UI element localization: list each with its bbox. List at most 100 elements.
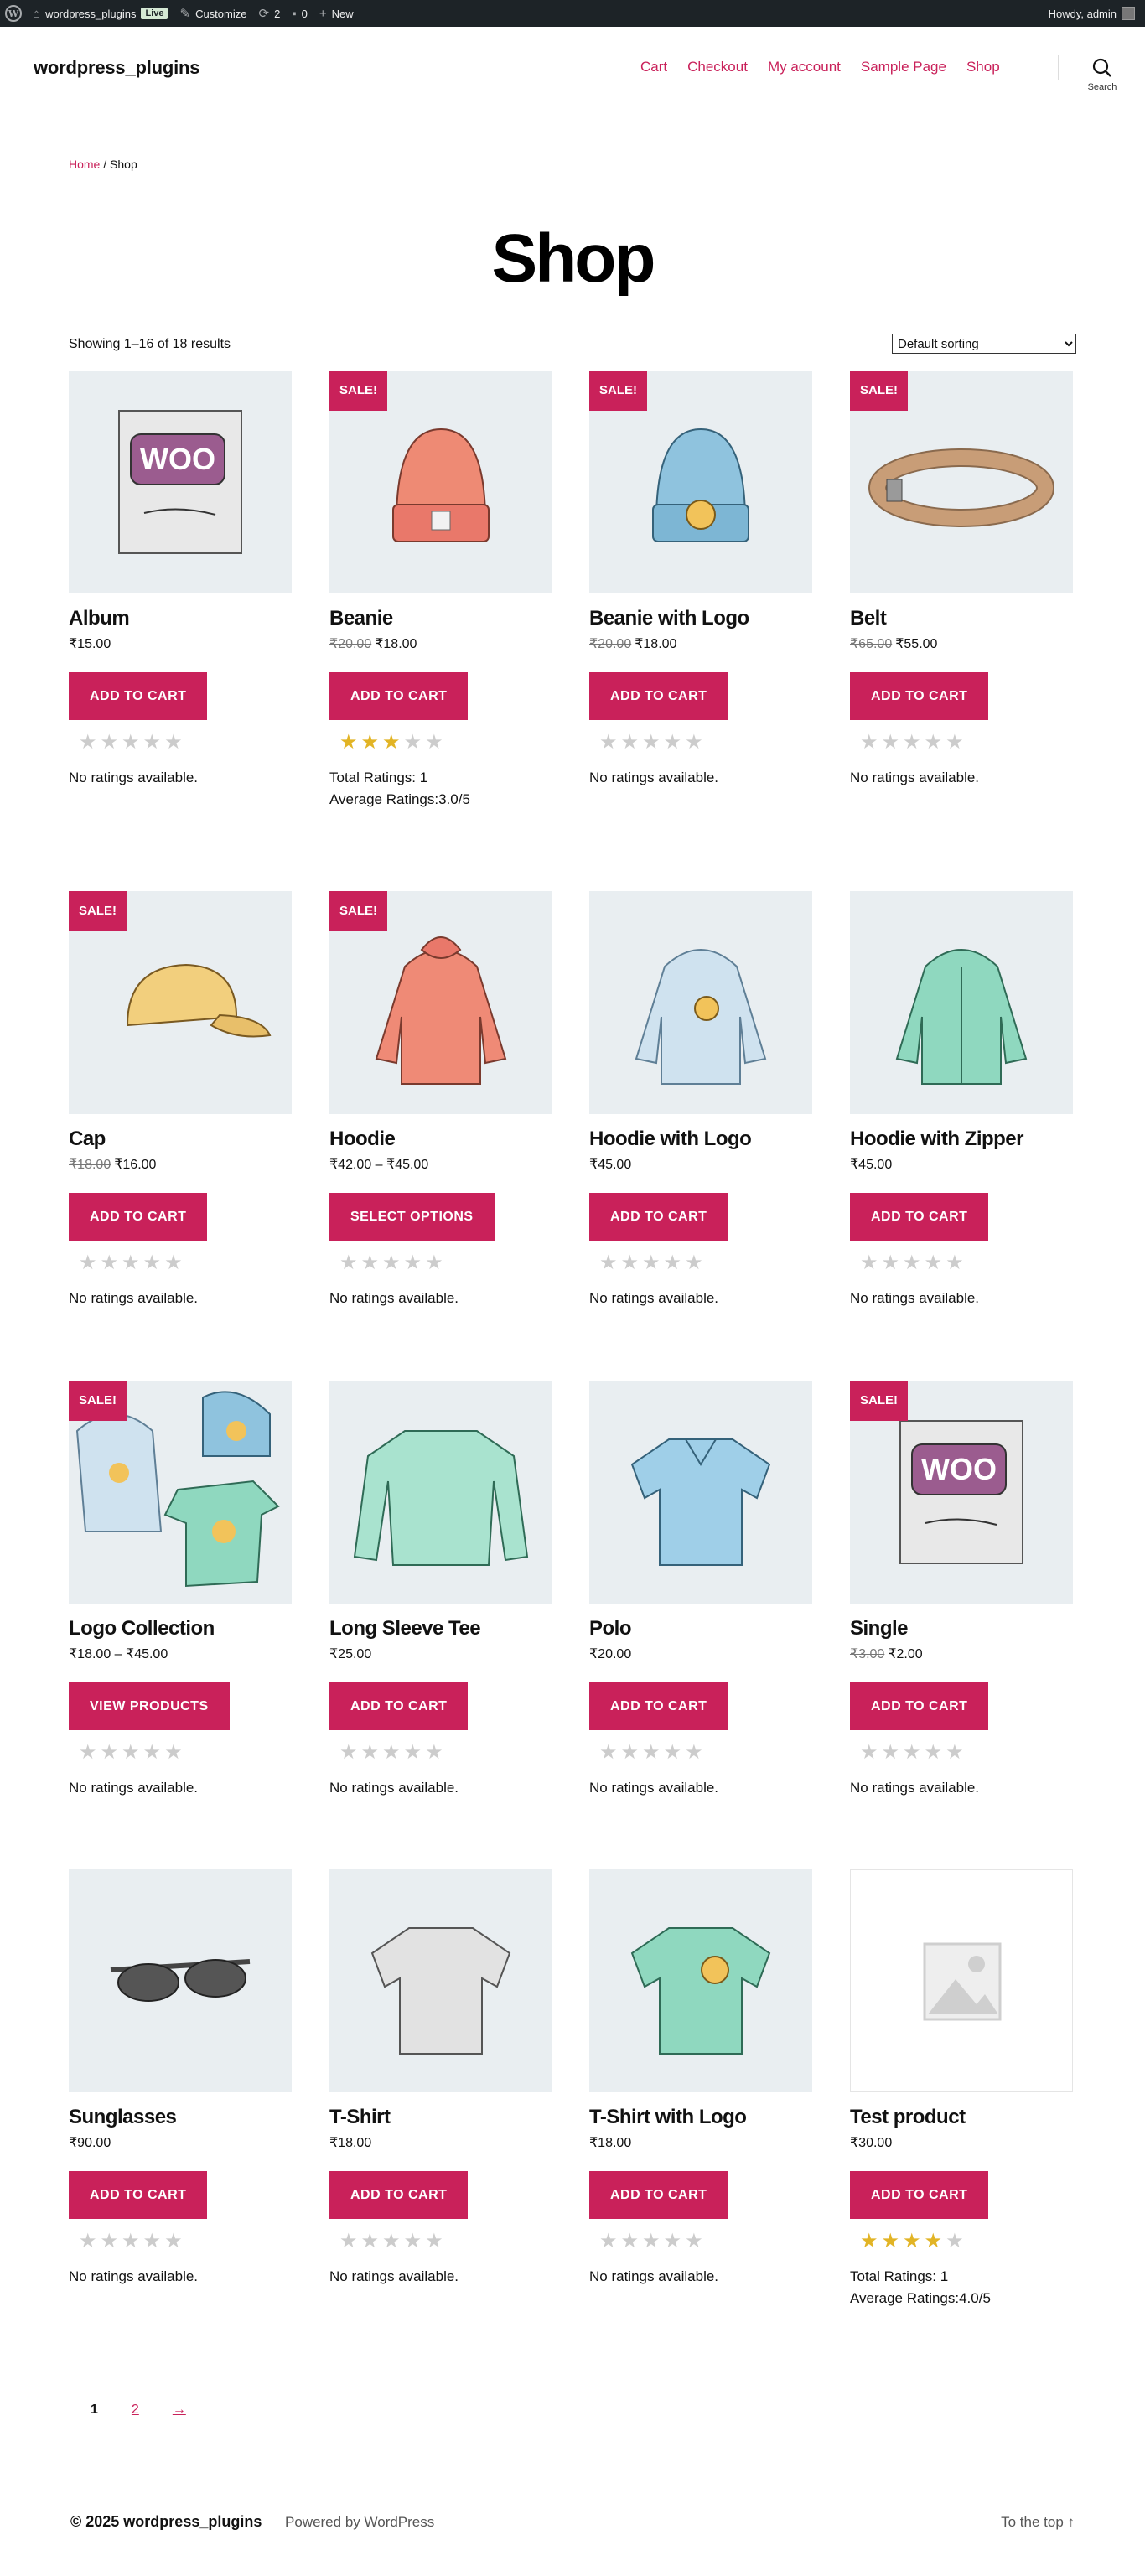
star-icon[interactable]: ★ [361,1741,383,1764]
nav-item-cart[interactable]: Cart [640,59,667,75]
star-icon[interactable]: ★ [122,1252,143,1274]
product-image[interactable] [329,1869,552,2092]
product-title[interactable]: Long Sleeve Tee [329,1617,552,1640]
star-icon[interactable]: ★ [425,1252,447,1274]
search-button[interactable]: Search [1080,57,1125,92]
star-icon[interactable]: ★ [664,731,686,754]
admin-account[interactable]: Howdy, admin [1049,0,1145,27]
star-icon[interactable]: ★ [599,731,621,754]
star-icon[interactable]: ★ [599,2230,621,2252]
product-title[interactable]: Sunglasses [69,2106,292,2129]
page-next-arrow[interactable]: → [173,2402,186,2418]
product-title[interactable]: Hoodie [329,1127,552,1151]
product-button[interactable]: ADD TO CART [69,2171,208,2219]
star-icon[interactable]: ★ [882,1741,904,1764]
star-icon[interactable]: ★ [642,1741,664,1764]
star-rating[interactable]: ★★★★★ [79,2229,292,2254]
star-icon[interactable]: ★ [404,1252,426,1274]
star-icon[interactable]: ★ [621,2230,643,2252]
sorting-select[interactable]: Default sorting [892,334,1076,354]
star-icon[interactable]: ★ [685,1741,707,1764]
product-image[interactable]: SALE! [589,371,812,593]
star-icon[interactable]: ★ [925,1741,946,1764]
star-icon[interactable]: ★ [925,1252,946,1274]
star-icon[interactable]: ★ [946,1741,967,1764]
product-image[interactable] [589,1869,812,2092]
star-icon[interactable]: ★ [143,1252,165,1274]
star-rating[interactable]: ★★★★★ [339,2229,552,2254]
star-icon[interactable]: ★ [101,731,122,754]
star-icon[interactable]: ★ [382,1741,404,1764]
star-icon[interactable]: ★ [685,731,707,754]
product-button[interactable]: ADD TO CART [589,1682,728,1730]
star-icon[interactable]: ★ [101,2230,122,2252]
product-image[interactable]: SALE! [329,371,552,593]
product-button[interactable]: ADD TO CART [329,2171,469,2219]
product-image[interactable] [589,1381,812,1604]
product-title[interactable]: Belt [850,607,1073,630]
product-image[interactable]: SALE! [329,891,552,1114]
star-rating[interactable]: ★★★★★ [79,730,292,755]
product-button[interactable]: ADD TO CART [850,1682,989,1730]
product-title[interactable]: Single [850,1617,1073,1640]
star-icon[interactable]: ★ [925,731,946,754]
admin-site-name[interactable]: ⌂ wordpress_plugins Live [27,0,174,27]
product-image[interactable]: WOO [69,371,292,593]
product-image[interactable]: SALE! [850,371,1073,593]
product-button[interactable]: ADD TO CART [589,672,728,720]
star-icon[interactable]: ★ [101,1741,122,1764]
star-icon[interactable]: ★ [164,1741,186,1764]
star-rating[interactable]: ★★★★★ [339,1251,552,1276]
admin-updates[interactable]: ⟳ 2 [252,0,286,27]
star-icon[interactable]: ★ [599,1252,621,1274]
star-icon[interactable]: ★ [599,1741,621,1764]
star-icon[interactable]: ★ [79,731,101,754]
star-rating[interactable]: ★★★★★ [79,1251,292,1276]
admin-comments[interactable]: ▪ 0 [286,0,313,27]
to-top-link[interactable]: To the top ↑ [1001,2514,1075,2531]
powered-by-link[interactable]: Powered by WordPress [285,2514,434,2531]
product-title[interactable]: T-Shirt [329,2106,552,2129]
star-icon[interactable]: ★ [382,1252,404,1274]
product-title[interactable]: T-Shirt with Logo [589,2106,812,2129]
star-icon[interactable]: ★ [404,731,426,754]
star-icon[interactable]: ★ [164,731,186,754]
star-icon[interactable]: ★ [79,2230,101,2252]
nav-item-sample-page[interactable]: Sample Page [861,59,946,75]
product-image[interactable]: SALE! [69,1381,292,1604]
star-icon[interactable]: ★ [361,731,383,754]
admin-customize[interactable]: ✎ Customize [174,0,252,27]
product-title[interactable]: Hoodie with Zipper [850,1127,1073,1151]
star-icon[interactable]: ★ [882,731,904,754]
star-icon[interactable]: ★ [361,1252,383,1274]
product-image[interactable] [850,1869,1073,2092]
nav-item-shop[interactable]: Shop [966,59,1000,75]
admin-new[interactable]: + New [313,0,360,27]
star-icon[interactable]: ★ [860,1252,882,1274]
star-icon[interactable]: ★ [79,1741,101,1764]
product-button[interactable]: SELECT OPTIONS [329,1193,495,1241]
star-icon[interactable]: ★ [903,1741,925,1764]
star-rating[interactable]: ★★★★★ [599,1740,812,1765]
star-icon[interactable]: ★ [882,2230,904,2252]
product-button[interactable]: ADD TO CART [850,2171,989,2219]
star-icon[interactable]: ★ [382,2230,404,2252]
star-icon[interactable]: ★ [404,1741,426,1764]
star-icon[interactable]: ★ [642,2230,664,2252]
product-title[interactable]: Album [69,607,292,630]
star-icon[interactable]: ★ [664,1741,686,1764]
nav-item-my-account[interactable]: My account [768,59,841,75]
star-icon[interactable]: ★ [621,1741,643,1764]
star-icon[interactable]: ★ [903,2230,925,2252]
star-icon[interactable]: ★ [404,2230,426,2252]
product-title[interactable]: Beanie with Logo [589,607,812,630]
star-icon[interactable]: ★ [860,1741,882,1764]
star-rating[interactable]: ★★★★★ [599,730,812,755]
star-icon[interactable]: ★ [946,731,967,754]
star-rating[interactable]: ★★★★★ [860,2229,1073,2254]
star-icon[interactable]: ★ [425,2230,447,2252]
star-icon[interactable]: ★ [164,2230,186,2252]
product-image[interactable] [850,891,1073,1114]
star-icon[interactable]: ★ [143,2230,165,2252]
star-icon[interactable]: ★ [860,731,882,754]
